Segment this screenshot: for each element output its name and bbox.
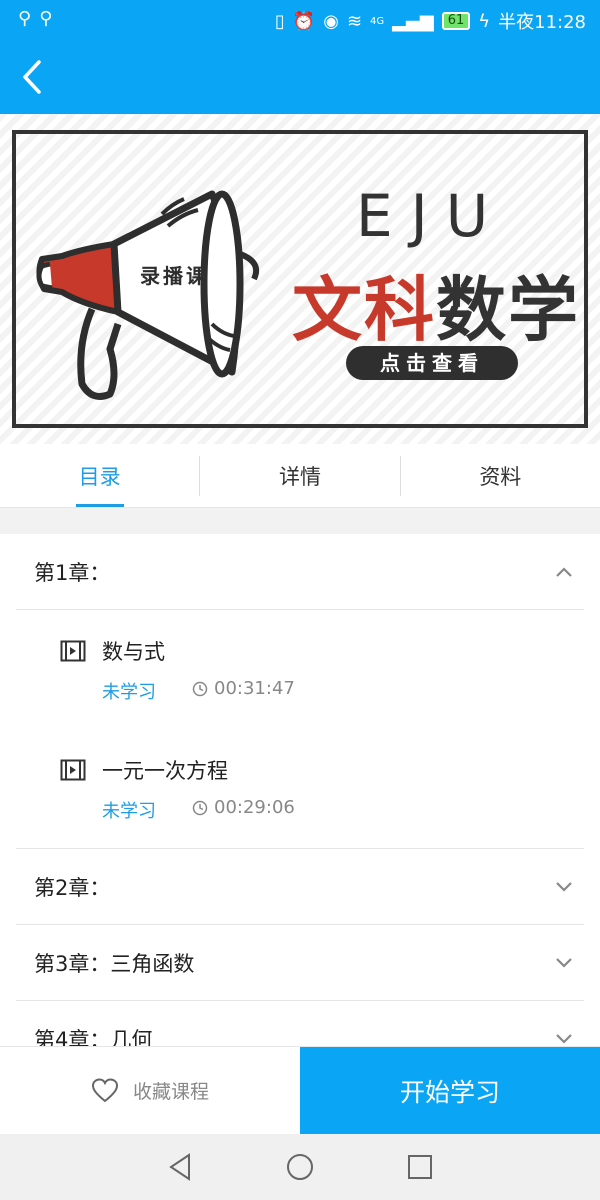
usb-icon: ⚲	[39, 8, 61, 29]
favorite-button[interactable]: 收藏课程	[0, 1047, 300, 1134]
usb-icons: ⚲⚲	[18, 8, 60, 29]
chapter-title: 第4章：几何	[34, 1027, 153, 1047]
back-button[interactable]	[8, 52, 56, 102]
duration-text: 00:29:06	[214, 797, 295, 818]
wifi-icon: ≋	[346, 10, 363, 32]
view-cta[interactable]: 点击查看	[346, 346, 518, 380]
clock-icon	[192, 681, 208, 696]
chapter-header[interactable]: 第3章：三角函数	[16, 925, 584, 1001]
chevron-down-icon[interactable]	[544, 1019, 584, 1047]
chevron-down-icon[interactable]	[544, 867, 584, 907]
banner-frame: 录播课 EJU 文科数学 点击查看	[12, 130, 588, 428]
lesson-duration: 00:31:47	[192, 678, 295, 699]
lesson-title: 一元一次方程	[102, 759, 228, 783]
lesson-status: 未学习	[102, 682, 156, 703]
tab-catalog[interactable]: 目录	[0, 444, 199, 507]
charging-icon: ϟ	[478, 10, 491, 32]
bottom-action-bar: 收藏课程 开始学习	[0, 1046, 600, 1134]
alarm-icon: ⏰	[292, 10, 316, 32]
eye-icon: ◉	[323, 10, 339, 32]
start-learning-button[interactable]: 开始学习	[300, 1047, 600, 1134]
subject-part2: 数学	[436, 269, 580, 351]
chapter-title: 第1章：	[34, 560, 111, 585]
favorite-label: 收藏课程	[132, 1081, 209, 1103]
nav-recents-icon[interactable]	[407, 1154, 433, 1180]
chevron-up-icon[interactable]	[544, 552, 584, 592]
lesson-item[interactable]: 数与式 未学习 00:31:47	[60, 610, 584, 729]
subject-part1: 文科	[292, 269, 436, 351]
lesson-duration: 00:29:06	[192, 797, 295, 818]
nav-back-icon[interactable]	[167, 1153, 193, 1181]
section-divider	[0, 508, 600, 534]
chapter-header[interactable]: 第4章：几何	[16, 1001, 584, 1046]
clock-icon	[192, 800, 208, 815]
brand-title: EJU	[356, 182, 507, 250]
course-banner[interactable]: 录播课 EJU 文科数学 点击查看	[0, 114, 600, 444]
lesson-group: 数与式 未学习 00:31:47 一元一次方程 未学习 00:29:06	[16, 610, 584, 849]
status-icons: ▯ ⏰ ◉ ≋ 4G ▂▄▆ 61 ϟ 半夜11:28	[275, 8, 586, 34]
chapter-header[interactable]: 第2章：	[16, 849, 584, 925]
video-icon	[60, 759, 86, 781]
course-tabs: 目录 详情 资料	[0, 444, 600, 508]
network-type: 4G	[370, 15, 385, 27]
chevron-down-icon[interactable]	[544, 943, 584, 983]
signal-icon: ▂▄▆	[392, 10, 434, 32]
chapter-list[interactable]: 第1章： 数与式 未学习 00:31:47 一元一次方程 未学习 00:29:0…	[0, 534, 600, 1046]
battery-icon: 61	[441, 12, 471, 30]
chapter-header[interactable]: 第1章：	[16, 534, 584, 610]
video-icon	[60, 640, 86, 662]
course-type-badge: 录播课	[140, 264, 209, 288]
subject-title: 文科数学	[292, 254, 580, 355]
lesson-title: 数与式	[102, 640, 165, 664]
chapter-title: 第2章：	[34, 875, 111, 900]
clock: 半夜11:28	[498, 12, 586, 33]
tab-details[interactable]: 详情	[200, 444, 399, 507]
system-nav-bar	[0, 1134, 600, 1200]
lesson-item[interactable]: 一元一次方程 未学习 00:29:06	[60, 729, 584, 848]
vibrate-icon: ▯	[274, 10, 285, 32]
chapter-title: 第3章：三角函数	[34, 951, 195, 976]
lesson-status: 未学习	[102, 801, 156, 822]
duration-text: 00:31:47	[214, 678, 295, 699]
status-bar: ⚲⚲ ▯ ⏰ ◉ ≋ 4G ▂▄▆ 61 ϟ 半夜11:28	[0, 0, 600, 40]
heart-icon	[91, 1077, 118, 1102]
usb-icon: ⚲	[18, 8, 40, 29]
chevron-left-icon	[23, 60, 41, 94]
nav-home-icon[interactable]	[286, 1153, 314, 1181]
tab-materials[interactable]: 资料	[401, 444, 600, 507]
app-toolbar	[0, 40, 600, 114]
